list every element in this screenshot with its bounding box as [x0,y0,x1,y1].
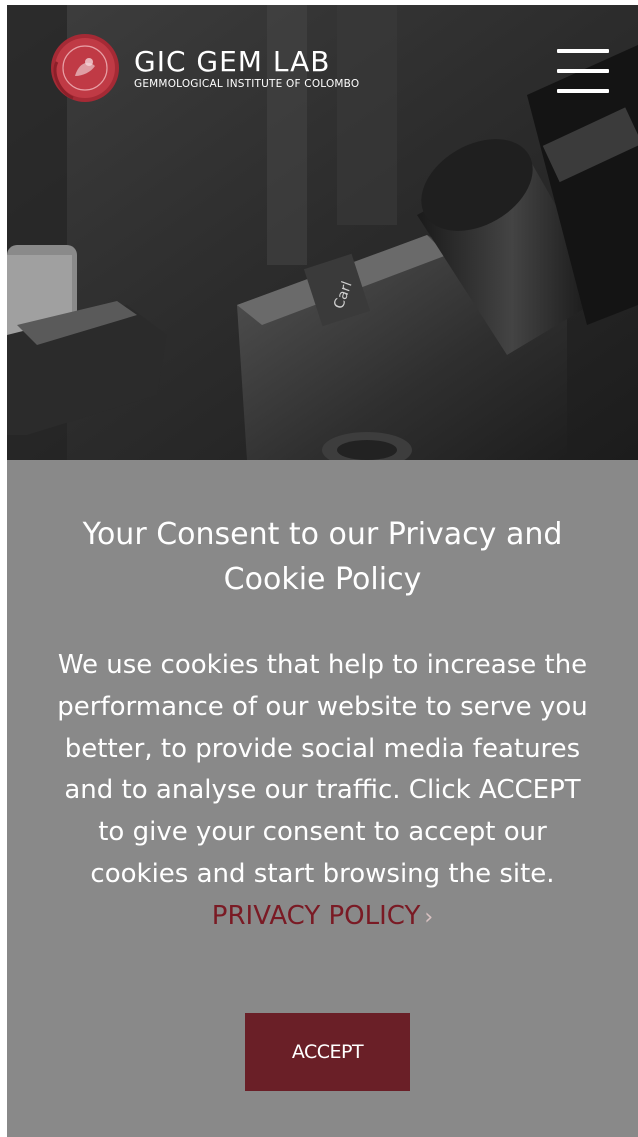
consent-body: We use cookies that help to increase the… [57,650,588,889]
menu-bar-top [557,49,609,53]
menu-bar-bottom [557,89,609,93]
hero-banner: Carl GIC GEM LAB GEMMOLOGICAL INSTITUTE … [7,5,638,460]
consent-title: Your Consent to our Privacy and Cookie P… [82,517,563,597]
accept-button[interactable]: ACCEPT [245,1013,410,1091]
page: Carl GIC GEM LAB GEMMOLOGICAL INSTITUTE … [7,5,638,1137]
privacy-policy-label: PRIVACY POLICY [211,900,421,931]
brand-subtitle: GEMMOLOGICAL INSTITUTE OF COLOMBO [134,77,360,90]
brand-text: GIC GEM LAB GEMMOLOGICAL INSTITUTE OF CO… [134,44,360,90]
menu-bar-middle [557,69,609,73]
consent-text: We use cookies that help to increase the… [57,645,588,939]
brand[interactable]: GIC GEM LAB GEMMOLOGICAL INSTITUTE OF CO… [49,32,359,104]
cookie-consent-panel: Your Consent to our Privacy and Cookie P… [7,460,638,1137]
hamburger-menu-icon[interactable] [557,49,609,93]
wax-seal-logo-icon [51,34,119,102]
privacy-policy-link[interactable]: PRIVACY POLICY › [212,901,433,931]
chevron-right-icon: › [424,904,434,930]
brand-name: GIC GEM LAB [134,44,331,78]
